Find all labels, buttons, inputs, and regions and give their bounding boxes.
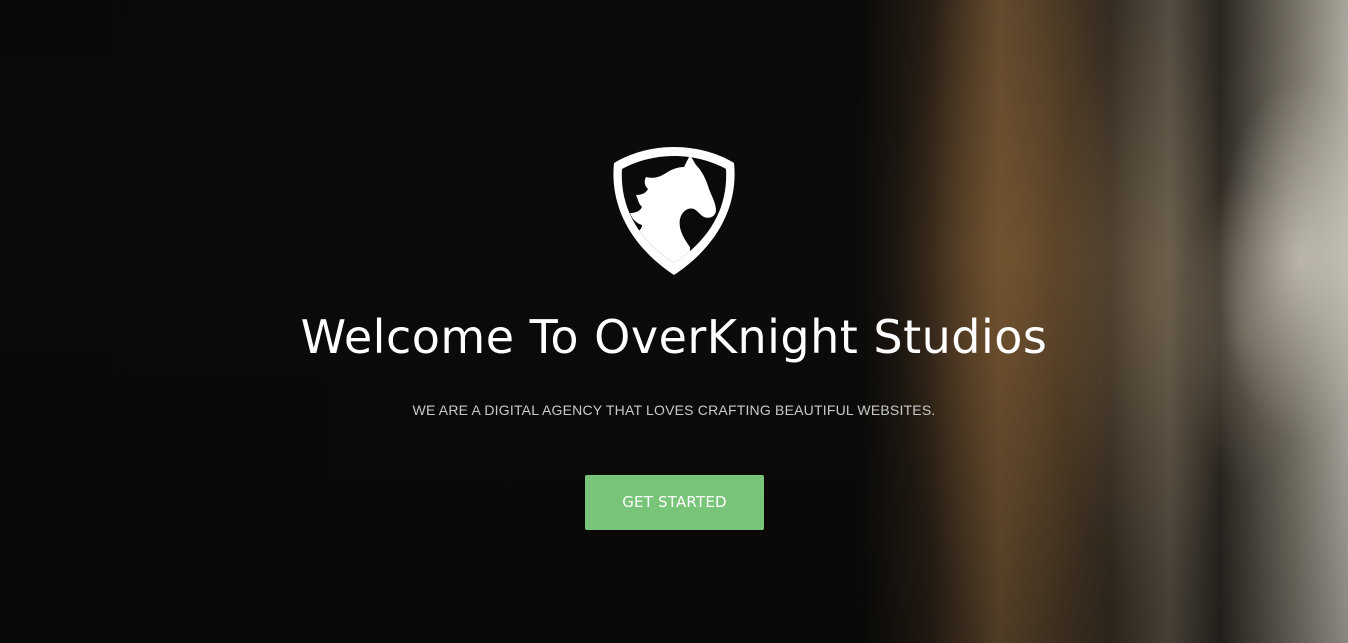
knight-shield-icon (608, 141, 740, 275)
page-title: Welcome To OverKnight Studios (300, 310, 1048, 364)
tagline: WE ARE A DIGITAL AGENCY THAT LOVES CRAFT… (412, 402, 936, 418)
hero-section: Welcome To OverKnight Studios WE ARE A D… (0, 0, 1348, 643)
get-started-button[interactable]: GET STARTED (585, 475, 764, 530)
hero-content: Welcome To OverKnight Studios WE ARE A D… (0, 0, 1348, 643)
